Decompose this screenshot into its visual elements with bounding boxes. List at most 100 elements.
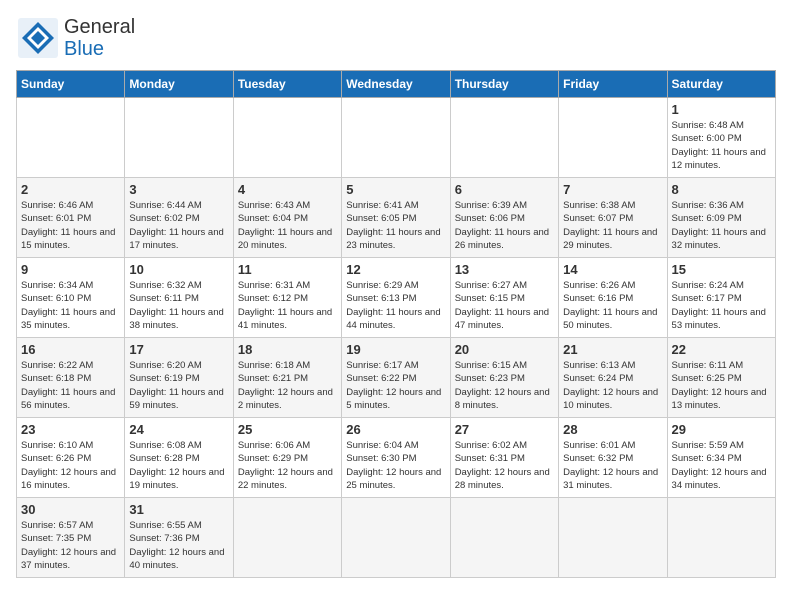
day-info: Sunrise: 6:36 AM Sunset: 6:09 PM Dayligh… — [672, 199, 771, 252]
day-number: 22 — [672, 342, 771, 357]
day-info: Sunrise: 6:26 AM Sunset: 6:16 PM Dayligh… — [563, 279, 662, 332]
day-info: Sunrise: 6:43 AM Sunset: 6:04 PM Dayligh… — [238, 199, 337, 252]
calendar-cell: 11 Sunrise: 6:31 AM Sunset: 6:12 PM Dayli… — [233, 258, 341, 338]
calendar-cell: 7 Sunrise: 6:38 AM Sunset: 6:07 PM Daylig… — [559, 178, 667, 258]
calendar-cell: 15 Sunrise: 6:24 AM Sunset: 6:17 PM Dayli… — [667, 258, 775, 338]
day-info: Sunrise: 6:15 AM Sunset: 6:23 PM Dayligh… — [455, 359, 554, 412]
day-number: 26 — [346, 422, 445, 437]
calendar-cell: 26Sunrise: 6:04 AM Sunset: 6:30 PM Dayli… — [342, 418, 450, 498]
logo-blue: Blue — [64, 38, 104, 60]
calendar-cell — [450, 98, 558, 178]
calendar-cell: 13Sunrise: 6:27 AM Sunset: 6:15 PM Dayli… — [450, 258, 558, 338]
day-number: 31 — [129, 502, 228, 517]
day-number: 14 — [563, 262, 662, 277]
day-info: Sunrise: 6:24 AM Sunset: 6:17 PM Dayligh… — [672, 279, 771, 332]
day-number: 30 — [21, 502, 120, 517]
day-number: 25 — [238, 422, 337, 437]
calendar-cell: 14 Sunrise: 6:26 AM Sunset: 6:16 PM Dayli… — [559, 258, 667, 338]
day-number: 17 — [129, 342, 228, 357]
day-number: 16 — [21, 342, 120, 357]
day-info: Sunrise: 6:27 AM Sunset: 6:15 PM Dayligh… — [455, 279, 554, 332]
calendar-cell: 18 Sunrise: 6:18 AM Sunset: 6:21 PM Dayli… — [233, 338, 341, 418]
logo: General Blue — [16, 16, 135, 60]
calendar-cell: 16 Sunrise: 6:22 AM Sunset: 6:18 PM Dayli… — [17, 338, 125, 418]
col-header-monday: Monday — [125, 71, 233, 98]
day-info: Sunrise: 6:10 AM Sunset: 6:26 PM Dayligh… — [21, 439, 120, 492]
day-number: 9 — [21, 262, 120, 277]
calendar-cell: 22 Sunrise: 6:11 AM Sunset: 6:25 PM Dayli… — [667, 338, 775, 418]
calendar-cell: 23Sunrise: 6:10 AM Sunset: 6:26 PM Dayli… — [17, 418, 125, 498]
day-info: Sunrise: 6:44 AM Sunset: 6:02 PM Dayligh… — [129, 199, 228, 252]
day-info: Sunrise: 6:48 AM Sunset: 6:00 PM Dayligh… — [672, 119, 771, 172]
calendar-cell — [667, 498, 775, 578]
calendar-cell — [125, 98, 233, 178]
calendar-cell: 9Sunrise: 6:34 AM Sunset: 6:10 PM Daylig… — [17, 258, 125, 338]
day-info: Sunrise: 6:18 AM Sunset: 6:21 PM Dayligh… — [238, 359, 337, 412]
calendar-cell: 20Sunrise: 6:15 AM Sunset: 6:23 PM Dayli… — [450, 338, 558, 418]
calendar-cell: 12Sunrise: 6:29 AM Sunset: 6:13 PM Dayli… — [342, 258, 450, 338]
day-info: Sunrise: 6:55 AM Sunset: 7:36 PM Dayligh… — [129, 519, 228, 572]
day-info: Sunrise: 6:32 AM Sunset: 6:11 PM Dayligh… — [129, 279, 228, 332]
col-header-tuesday: Tuesday — [233, 71, 341, 98]
day-info: Sunrise: 6:22 AM Sunset: 6:18 PM Dayligh… — [21, 359, 120, 412]
day-number: 15 — [672, 262, 771, 277]
calendar-cell: 21 Sunrise: 6:13 AM Sunset: 6:24 PM Dayli… — [559, 338, 667, 418]
day-info: Sunrise: 6:41 AM Sunset: 6:05 PM Dayligh… — [346, 199, 445, 252]
calendar-cell: 24 Sunrise: 6:08 AM Sunset: 6:28 PM Dayli… — [125, 418, 233, 498]
day-number: 10 — [129, 262, 228, 277]
calendar-cell: 29 Sunrise: 5:59 AM Sunset: 6:34 PM Dayli… — [667, 418, 775, 498]
calendar-cell: 30 Sunrise: 6:57 AM Sunset: 7:35 PM Dayli… — [17, 498, 125, 578]
day-number: 6 — [455, 182, 554, 197]
day-info: Sunrise: 6:46 AM Sunset: 6:01 PM Dayligh… — [21, 199, 120, 252]
col-header-thursday: Thursday — [450, 71, 558, 98]
calendar-cell — [233, 98, 341, 178]
day-info: Sunrise: 6:20 AM Sunset: 6:19 PM Dayligh… — [129, 359, 228, 412]
day-info: Sunrise: 6:39 AM Sunset: 6:06 PM Dayligh… — [455, 199, 554, 252]
day-info: Sunrise: 6:02 AM Sunset: 6:31 PM Dayligh… — [455, 439, 554, 492]
day-number: 27 — [455, 422, 554, 437]
calendar-cell: 3 Sunrise: 6:44 AM Sunset: 6:02 PM Daylig… — [125, 178, 233, 258]
calendar-cell — [450, 498, 558, 578]
calendar-cell: 4Sunrise: 6:43 AM Sunset: 6:04 PM Daylig… — [233, 178, 341, 258]
day-number: 1 — [672, 102, 771, 117]
calendar-cell: 5 Sunrise: 6:41 AM Sunset: 6:05 PM Daylig… — [342, 178, 450, 258]
calendar-cell — [17, 98, 125, 178]
col-header-saturday: Saturday — [667, 71, 775, 98]
day-number: 7 — [563, 182, 662, 197]
calendar-cell: 1 Sunrise: 6:48 AM Sunset: 6:00 PM Daylig… — [667, 98, 775, 178]
day-info: Sunrise: 6:08 AM Sunset: 6:28 PM Dayligh… — [129, 439, 228, 492]
day-number: 8 — [672, 182, 771, 197]
day-number: 19 — [346, 342, 445, 357]
day-info: Sunrise: 6:38 AM Sunset: 6:07 PM Dayligh… — [563, 199, 662, 252]
calendar-cell — [559, 498, 667, 578]
day-info: Sunrise: 6:31 AM Sunset: 6:12 PM Dayligh… — [238, 279, 337, 332]
day-number: 18 — [238, 342, 337, 357]
calendar-cell: 27 Sunrise: 6:02 AM Sunset: 6:31 PM Dayli… — [450, 418, 558, 498]
calendar-cell — [233, 498, 341, 578]
day-info: Sunrise: 5:59 AM Sunset: 6:34 PM Dayligh… — [672, 439, 771, 492]
calendar-cell: 17 Sunrise: 6:20 AM Sunset: 6:19 PM Dayli… — [125, 338, 233, 418]
day-info: Sunrise: 6:01 AM Sunset: 6:32 PM Dayligh… — [563, 439, 662, 492]
col-header-friday: Friday — [559, 71, 667, 98]
calendar-cell — [559, 98, 667, 178]
day-info: Sunrise: 6:06 AM Sunset: 6:29 PM Dayligh… — [238, 439, 337, 492]
calendar-table: SundayMondayTuesdayWednesdayThursdayFrid… — [16, 70, 776, 578]
day-info: Sunrise: 6:11 AM Sunset: 6:25 PM Dayligh… — [672, 359, 771, 412]
calendar-cell: 28Sunrise: 6:01 AM Sunset: 6:32 PM Dayli… — [559, 418, 667, 498]
day-number: 24 — [129, 422, 228, 437]
day-info: Sunrise: 6:13 AM Sunset: 6:24 PM Dayligh… — [563, 359, 662, 412]
day-number: 3 — [129, 182, 228, 197]
day-number: 29 — [672, 422, 771, 437]
day-number: 5 — [346, 182, 445, 197]
calendar-cell: 31 Sunrise: 6:55 AM Sunset: 7:36 PM Dayli… — [125, 498, 233, 578]
day-number: 21 — [563, 342, 662, 357]
day-info: Sunrise: 6:57 AM Sunset: 7:35 PM Dayligh… — [21, 519, 120, 572]
day-number: 11 — [238, 262, 337, 277]
col-header-sunday: Sunday — [17, 71, 125, 98]
logo-wordmark: General Blue — [64, 16, 135, 60]
logo-general: General — [64, 16, 135, 38]
generalblue-logo-icon — [16, 16, 60, 60]
calendar-cell: 25 Sunrise: 6:06 AM Sunset: 6:29 PM Dayli… — [233, 418, 341, 498]
calendar-cell: 10 Sunrise: 6:32 AM Sunset: 6:11 PM Dayli… — [125, 258, 233, 338]
day-number: 2 — [21, 182, 120, 197]
